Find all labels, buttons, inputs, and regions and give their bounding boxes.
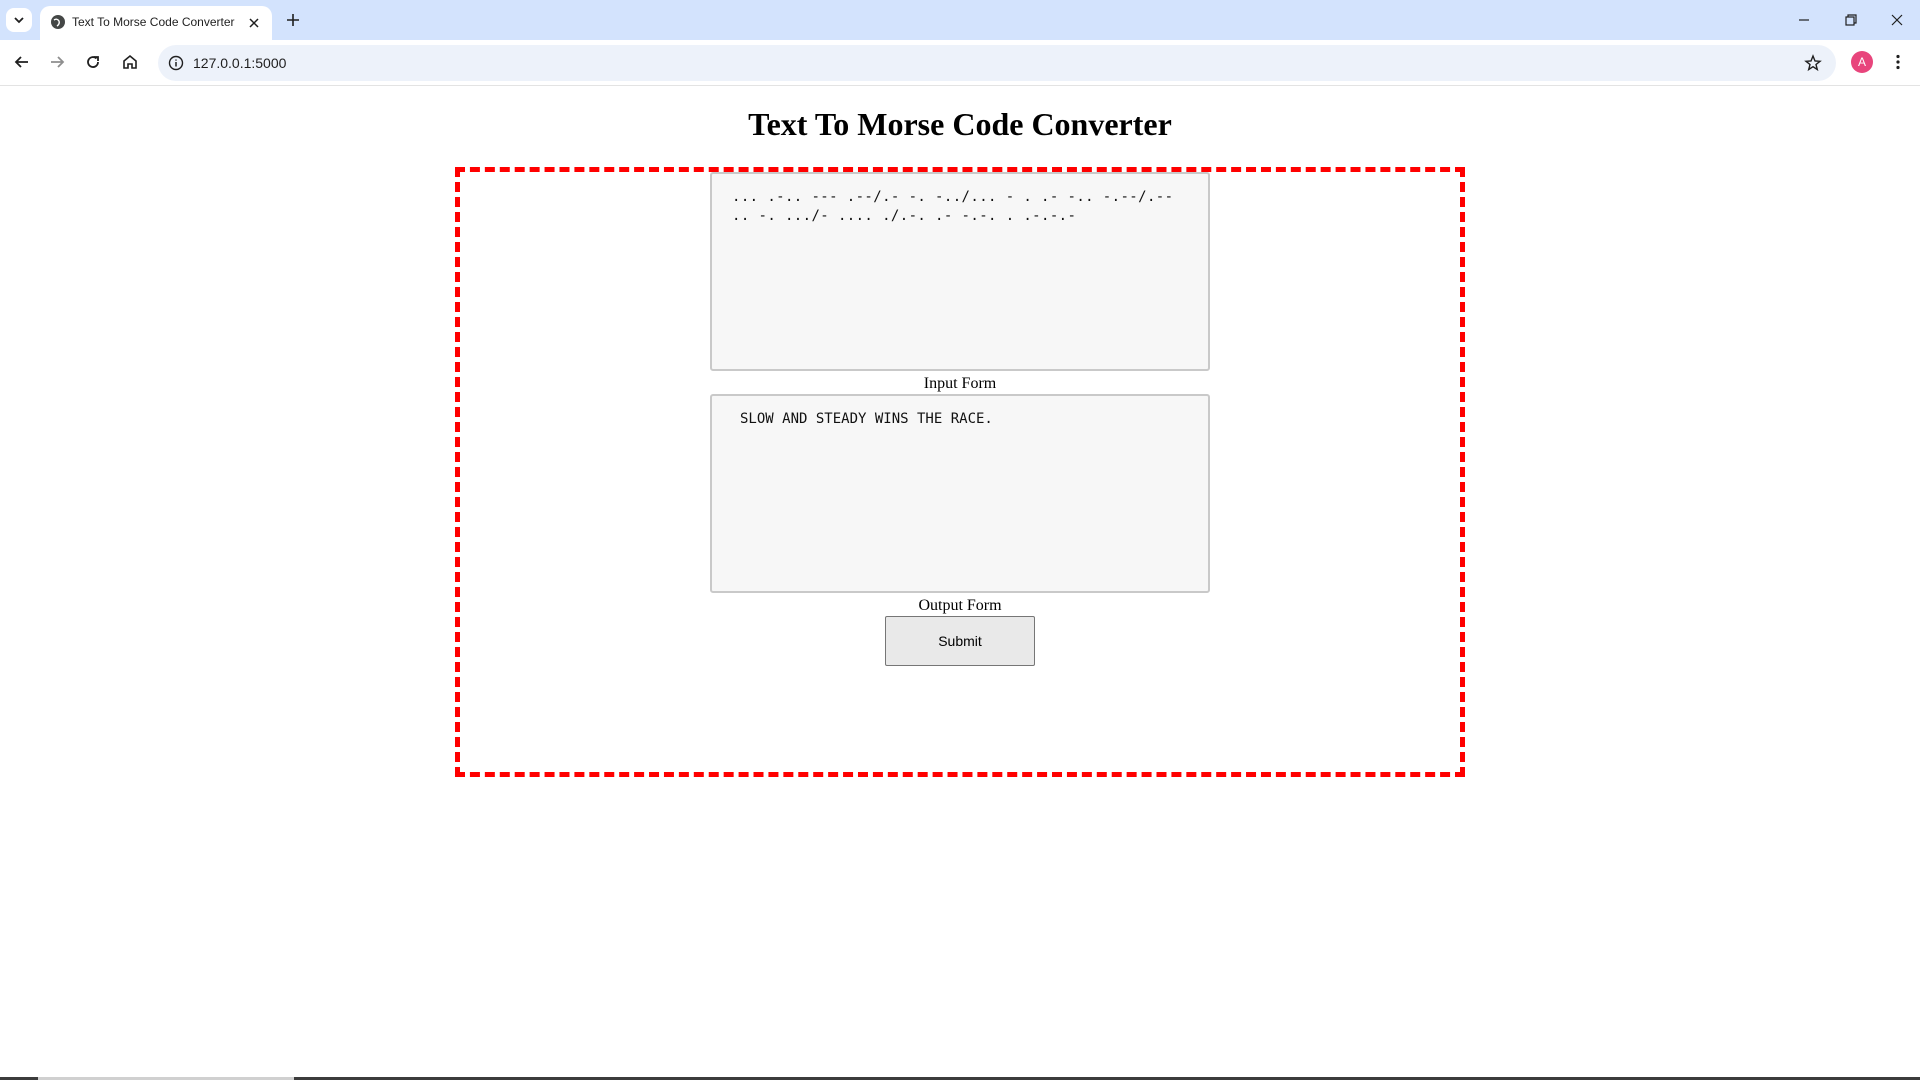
tab-title: Text To Morse Code Converter <box>72 15 235 29</box>
url-text[interactable]: 127.0.0.1:5000 <box>193 55 286 71</box>
minimize-icon[interactable] <box>1794 10 1814 30</box>
avatar[interactable]: A <box>1851 51 1873 73</box>
back-icon[interactable] <box>12 52 32 72</box>
globe-icon <box>51 15 65 29</box>
output-form-label: Output Form <box>918 597 1002 614</box>
tab-search-button[interactable] <box>6 8 32 32</box>
tab-strip: Text To Morse Code Converter <box>0 0 1920 40</box>
input-form-label: Input Form <box>923 375 997 392</box>
output-textarea[interactable]: SLOW AND STEADY WINS THE RACE. <box>710 394 1210 593</box>
browser-toolbar: 127.0.0.1:5000 A <box>0 40 1920 86</box>
forward-icon[interactable] <box>47 52 67 72</box>
star-icon[interactable] <box>1804 54 1822 72</box>
browser-tab[interactable]: Text To Morse Code Converter <box>40 6 272 40</box>
home-icon[interactable] <box>120 52 140 72</box>
info-icon[interactable] <box>168 55 184 71</box>
plus-icon[interactable] <box>284 11 302 29</box>
kebab-menu-icon[interactable] <box>1888 52 1908 72</box>
address-bar[interactable]: 127.0.0.1:5000 <box>158 45 1836 81</box>
close-icon[interactable] <box>246 15 262 31</box>
page-title: Text To Morse Code Converter <box>748 106 1172 142</box>
close-window-icon[interactable] <box>1887 10 1907 30</box>
chevron-down-icon <box>14 17 24 24</box>
submit-button[interactable]: Submit <box>885 616 1035 666</box>
reload-icon[interactable] <box>83 52 103 72</box>
input-textarea[interactable]: ... .-.. --- .--/.- -. -../... - . .- -.… <box>710 172 1210 371</box>
restore-icon[interactable] <box>1841 10 1861 30</box>
